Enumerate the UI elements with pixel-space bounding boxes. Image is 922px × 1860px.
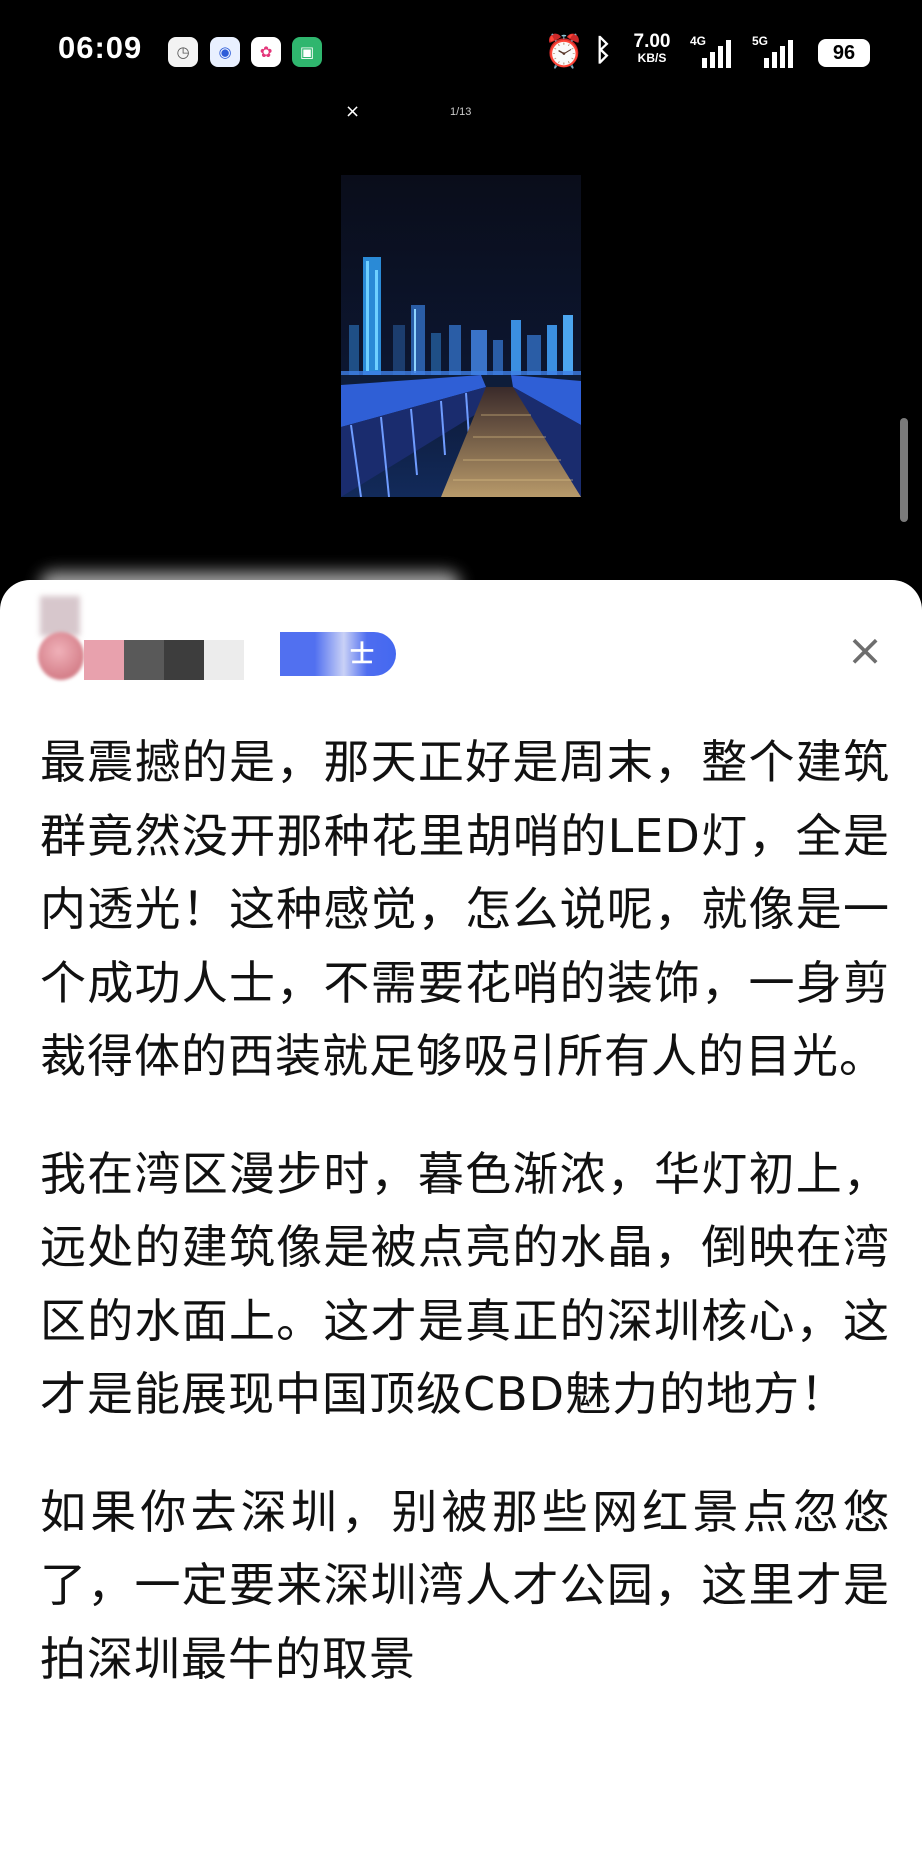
- alarm-icon: ⏰: [544, 32, 584, 70]
- status-time: 06:09: [58, 30, 143, 65]
- baidu-app-icon: ◉: [210, 37, 240, 67]
- net-speed: 7.00 KB/S: [628, 31, 676, 66]
- close-icon[interactable]: ×: [840, 626, 890, 676]
- bluetooth-icon: ᛒ: [594, 33, 612, 68]
- author-tag-badge: 士: [280, 632, 396, 676]
- clock-app-icon: ◷: [168, 37, 198, 67]
- article-paragraph-2: 我在湾区漫步时，暮色渐浓，华灯初上，远处的建筑像是被点亮的水晶，倒映在湾区的水面…: [40, 1146, 890, 1422]
- image-counter: 1/13: [450, 106, 472, 118]
- signal-4g-icon: 4G: [690, 34, 740, 68]
- signal-5g-icon: 5G: [752, 34, 802, 68]
- photo-app-icon: ✿: [251, 37, 281, 67]
- net-speed-value: 7.00: [633, 31, 671, 52]
- viewer-scrollbar[interactable]: [900, 418, 908, 522]
- city-night-photo[interactable]: [341, 175, 581, 497]
- photo-illustration: [341, 175, 581, 497]
- battery-icon: 96: [818, 39, 870, 67]
- green-app-icon: ▣: [292, 37, 322, 67]
- author-name-mosaic: [84, 640, 244, 680]
- viewer-close-icon[interactable]: ×: [345, 100, 360, 124]
- avatar-blur: [40, 596, 80, 636]
- article-body: 最震撼的是，那天正好是周末，整个建筑群竟然没开那种花里胡哨的LED灯，全是内透光…: [40, 726, 890, 1740]
- net-speed-unit: KB/S: [637, 51, 667, 65]
- article-paragraph-1: 最震撼的是，那天正好是周末，整个建筑群竟然没开那种花里胡哨的LED灯，全是内透光…: [40, 735, 890, 1083]
- article-paragraph-3: 如果你去深圳，别被那些网红景点忽悠了，一定要来深圳湾人才公园，这里才是拍深圳最牛…: [40, 1484, 890, 1686]
- avatar[interactable]: [38, 632, 84, 680]
- status-bar: 06:09 ◷ ◉ ✿ ▣ ⏰ ᛒ 7.00 KB/S 4G 5G 96: [0, 0, 922, 100]
